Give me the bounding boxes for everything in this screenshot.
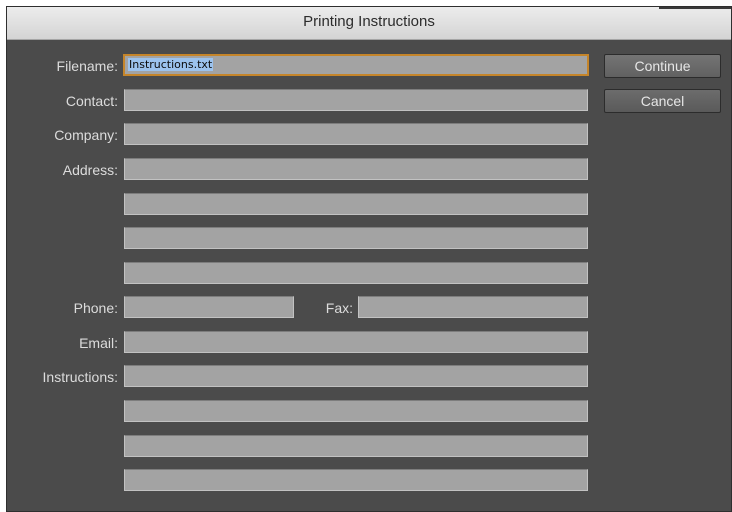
- dialog-titlebar[interactable]: Printing Instructions: [7, 7, 731, 40]
- filename-selected-text: Instructions.txt: [128, 58, 214, 71]
- dialog-title: Printing Instructions: [303, 13, 435, 30]
- company-label: Company:: [54, 127, 118, 143]
- address-line-3-field[interactable]: [124, 227, 588, 249]
- contact-label: Contact:: [65, 93, 118, 109]
- instructions-label: Instructions:: [42, 369, 118, 385]
- address-line-2-field[interactable]: [124, 193, 588, 215]
- email-label: Email:: [79, 335, 118, 351]
- instructions-line-1-field[interactable]: [124, 365, 588, 387]
- continue-button[interactable]: Continue: [604, 54, 721, 78]
- titlebar-corner-edge: [659, 7, 731, 9]
- email-field[interactable]: [124, 331, 588, 353]
- cancel-button[interactable]: Cancel: [604, 89, 721, 113]
- filename-field[interactable]: Instructions.txt: [123, 54, 589, 76]
- fax-field[interactable]: [358, 296, 588, 318]
- instructions-line-2-field[interactable]: [124, 400, 588, 422]
- phone-field[interactable]: [124, 296, 294, 318]
- company-field[interactable]: [124, 123, 588, 145]
- contact-field[interactable]: [124, 89, 588, 111]
- instructions-line-4-field[interactable]: [124, 469, 588, 491]
- filename-label: Filename:: [56, 58, 118, 74]
- address-label: Address:: [62, 162, 118, 178]
- printing-instructions-dialog: Printing Instructions Filename: Instruct…: [6, 6, 732, 512]
- fax-label: Fax:: [325, 300, 353, 316]
- address-line-4-field[interactable]: [124, 262, 588, 284]
- instructions-line-3-field[interactable]: [124, 435, 588, 457]
- phone-label: Phone:: [73, 300, 118, 316]
- address-line-1-field[interactable]: [124, 158, 588, 180]
